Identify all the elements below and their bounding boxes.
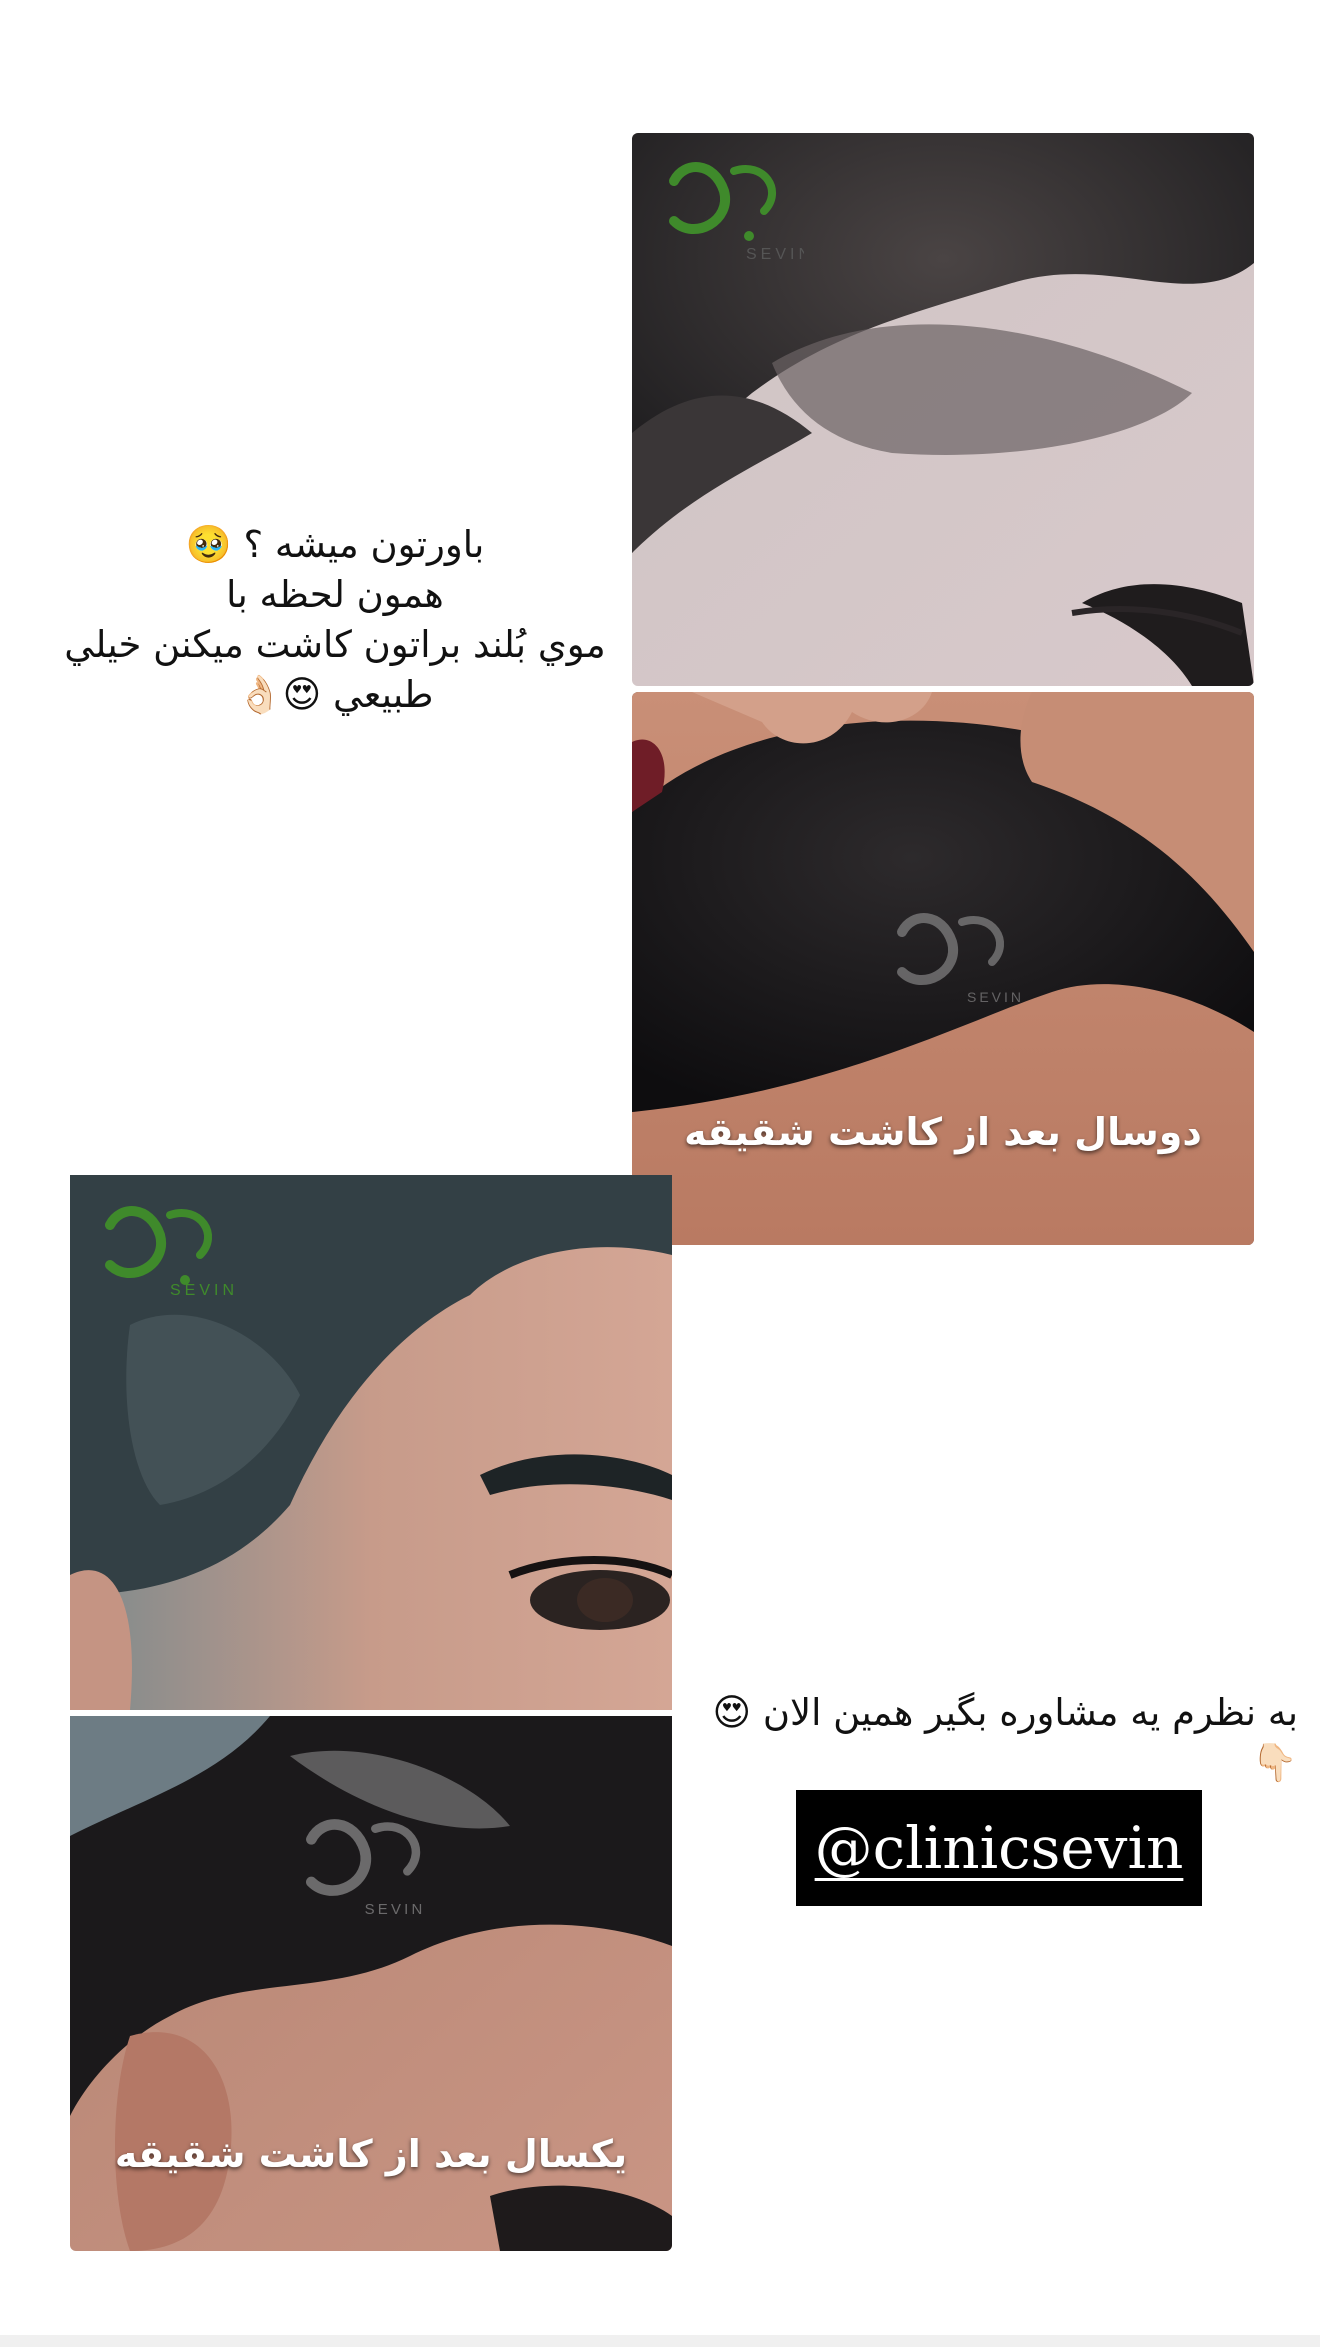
cta-line: به نظرم يه مشاوره بگير همين الان: [762, 1691, 1298, 1734]
sevin-logo: SEVIN: [90, 1195, 240, 1305]
watermark-text: SEVIN: [967, 989, 1024, 1005]
handle-text[interactable]: @clinicsevin: [815, 1814, 1184, 1882]
caption-one-year: يكسال بعد از كاشت شقيقه: [114, 2132, 628, 2176]
intro-line-2: همون لحظه با: [226, 573, 444, 616]
intro-line-4: طبيعي: [332, 673, 434, 716]
caption-two-years: دوسال بعد از كاشت شقيقه: [684, 1110, 1202, 1154]
mention-sticker[interactable]: @clinicsevin: [796, 1790, 1202, 1906]
intro-text: باورتون ميشه ؟ 🥹 همون لحظه با موي بُلند …: [40, 520, 630, 720]
photo-top-after: SEVIN دوسال بعد از كاشت شقيقه: [632, 692, 1254, 1245]
heart-eyes-ok-emoji-icon: 😍👌🏻: [236, 673, 322, 716]
photo-bottom-before: SEVIN: [70, 1175, 672, 1710]
logo-text: SEVIN: [746, 246, 804, 261]
sevin-watermark: SEVIN: [290, 1806, 450, 1926]
intro-line-3: موي بُلند براتون كاشت ميكنن خيلي: [64, 623, 606, 666]
pleading-emoji-icon: 🥹: [185, 523, 232, 566]
sevin-watermark: SEVIN: [882, 902, 1032, 1012]
sevin-logo: SEVIN: [654, 151, 804, 261]
photo-top-before: SEVIN: [632, 133, 1254, 686]
cta-text: به نظرم يه مشاوره بگير همين الان 😍👇🏻: [678, 1688, 1298, 1788]
logo-text: SEVIN: [170, 1282, 238, 1299]
bottom-bar: [0, 2335, 1320, 2347]
intro-line-1: باورتون ميشه ؟: [243, 523, 485, 566]
watermark-text: SEVIN: [365, 1901, 426, 1918]
photo-bottom-after: SEVIN يكسال بعد از كاشت شقيقه: [70, 1716, 672, 2251]
